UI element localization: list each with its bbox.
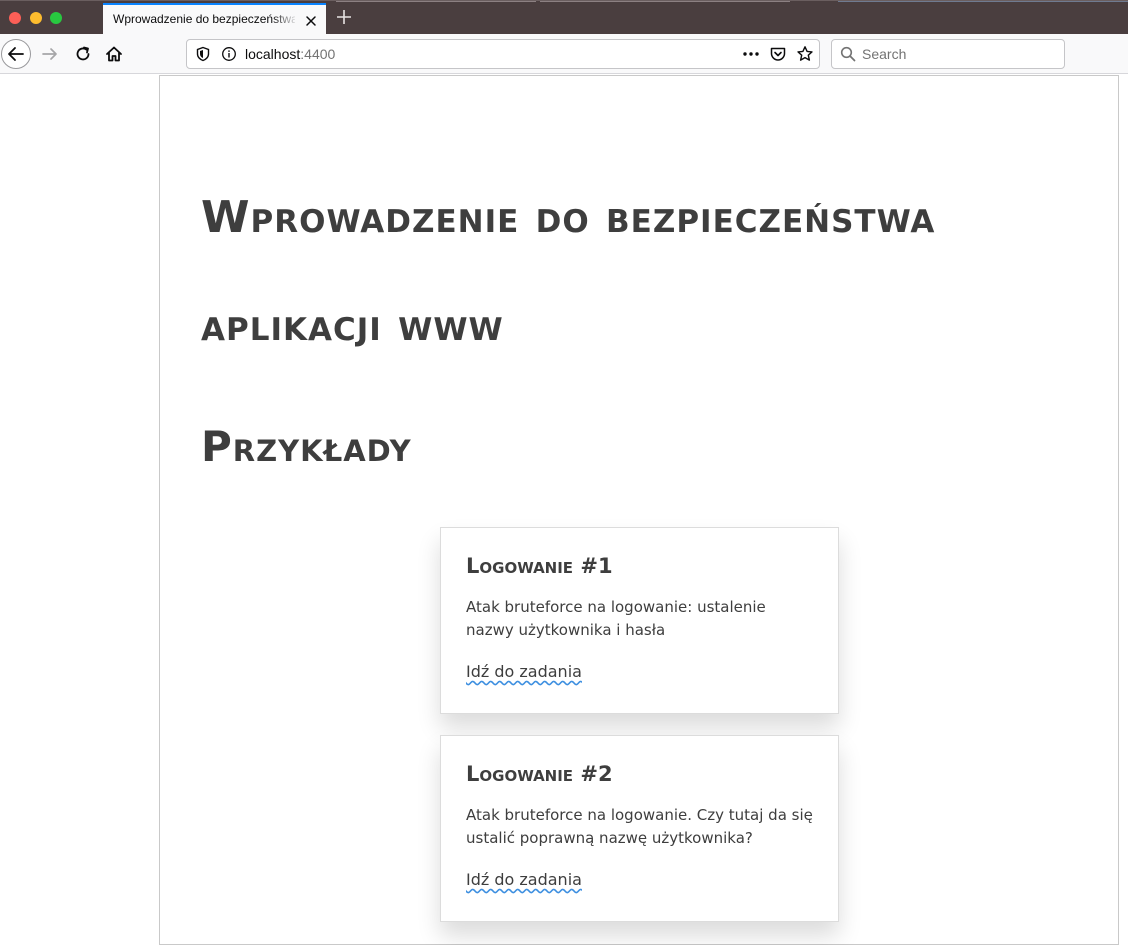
- tab-title: Wprowadzenie do bezpieczeństwa aplikacji…: [113, 12, 295, 26]
- forward-arrow-icon[interactable]: [40, 44, 60, 64]
- page-content: Wprowadzenie do bezpieczeństwa aplikacji…: [159, 75, 1119, 945]
- window-minimize-button[interactable]: [30, 12, 42, 24]
- search-icon: [840, 46, 856, 62]
- tab-bar: Wprowadzenie do bezpieczeństwa aplikacji…: [0, 0, 1128, 35]
- plus-icon[interactable]: [335, 8, 353, 26]
- bookmark-star-icon[interactable]: [796, 45, 814, 63]
- reload-icon[interactable]: [73, 44, 93, 64]
- search-bar[interactable]: [831, 39, 1065, 69]
- page-actions-ellipsis-icon[interactable]: [741, 44, 761, 64]
- tabbar-line: [540, 1, 790, 2]
- card-description: Atak bruteforce na logowanie. Czy tutaj …: [466, 806, 813, 847]
- card-description: Atak bruteforce na logowanie: ustalenie …: [466, 598, 766, 639]
- back-arrow-icon[interactable]: [1, 39, 31, 69]
- card-title: Logowanie #2: [466, 762, 613, 786]
- url-port: :4400: [300, 46, 336, 62]
- navigation-toolbar: localhost:4400: [0, 34, 1128, 74]
- section-title: Przykłady: [201, 422, 412, 471]
- tabbar-line: [336, 1, 536, 2]
- info-icon[interactable]: [221, 46, 237, 62]
- tabbar-line: [838, 1, 1128, 2]
- page-title: Wprowadzenie do bezpieczeństwa aplikacji…: [201, 192, 936, 351]
- search-input[interactable]: [862, 44, 1058, 64]
- tab-active[interactable]: Wprowadzenie do bezpieczeństwa aplikacji…: [103, 3, 326, 35]
- window-close-button[interactable]: [9, 12, 21, 24]
- tab-title-fade: [271, 5, 299, 35]
- window-zoom-button[interactable]: [50, 12, 62, 24]
- close-icon[interactable]: [304, 13, 318, 27]
- home-icon[interactable]: [104, 44, 124, 64]
- url-bar[interactable]: localhost:4400: [186, 39, 820, 69]
- example-card: Logowanie #2 Atak bruteforce na logowani…: [440, 735, 839, 922]
- url-host: localhost: [245, 46, 301, 62]
- tracking-protection-shield-icon[interactable]: [195, 46, 211, 62]
- go-to-task-link[interactable]: Idź do zadania: [466, 870, 582, 889]
- example-card: Logowanie #1 Atak bruteforce na logowani…: [440, 527, 839, 714]
- card-title: Logowanie #1: [466, 554, 613, 578]
- url-text[interactable]: localhost:4400: [245, 46, 335, 62]
- pocket-icon[interactable]: [769, 45, 787, 63]
- go-to-task-link[interactable]: Idź do zadania: [466, 662, 582, 681]
